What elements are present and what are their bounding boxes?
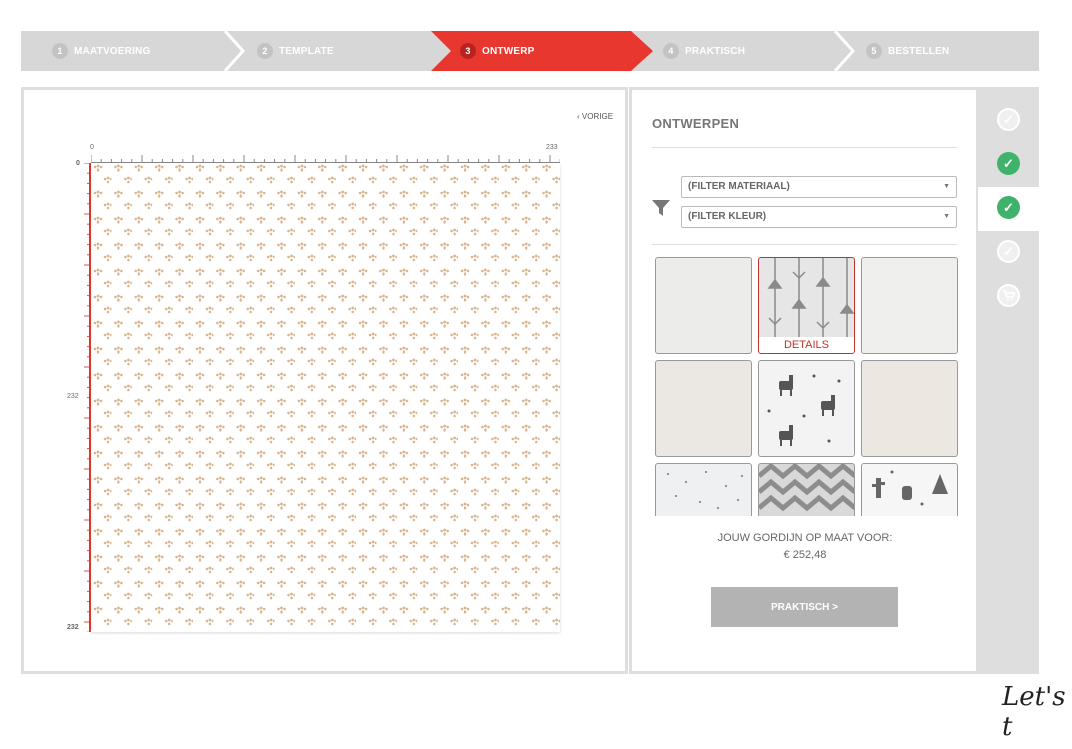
- designs-title: ONTWERPEN: [652, 116, 740, 131]
- step-label: BESTELLEN: [888, 45, 950, 57]
- brand-script-text: Let's t: [1002, 682, 1066, 742]
- divider: [652, 244, 957, 245]
- design-tile[interactable]: [861, 257, 958, 354]
- check-icon[interactable]: ✓: [997, 108, 1020, 131]
- step-divider: [223, 31, 245, 71]
- ruler-top-end: 233: [546, 144, 558, 151]
- ruler-left-mid: 232: [67, 393, 79, 400]
- price-label: JOUW GORDIJN OP MAAT VOOR:: [717, 532, 893, 544]
- step-number: 2: [257, 43, 273, 59]
- design-tile-selected[interactable]: DETAILS: [758, 257, 855, 354]
- filter-material-select[interactable]: (FILTER MATERIAAL) ▼: [681, 176, 957, 198]
- llama-pattern: [767, 374, 841, 446]
- ruler-top: [91, 155, 560, 163]
- design-preview-canvas: [91, 163, 560, 632]
- design-tile[interactable]: [861, 463, 958, 516]
- ruler-left-start: 0: [76, 160, 80, 167]
- back-link[interactable]: ‹ VORIGE: [577, 112, 613, 121]
- divider: [652, 147, 957, 148]
- step-label: PRAKTISCH: [685, 45, 746, 57]
- design-tile[interactable]: [758, 360, 855, 457]
- step-number: 1: [52, 43, 68, 59]
- step-praktisch[interactable]: 4 PRAKTISCH: [663, 31, 745, 71]
- details-button[interactable]: DETAILS: [759, 337, 854, 353]
- cactus-pattern: [872, 470, 948, 506]
- dots-pattern: [667, 471, 743, 509]
- design-grid: DETAILS: [655, 257, 958, 516]
- step-bestellen[interactable]: 5 BESTELLEN: [866, 31, 949, 71]
- cart-icon[interactable]: [997, 284, 1020, 307]
- design-tile[interactable]: [655, 463, 752, 516]
- next-step-button[interactable]: PRAKTISCH >: [711, 587, 898, 627]
- check-icon[interactable]: ✓: [997, 152, 1020, 175]
- step-number: 4: [663, 43, 679, 59]
- chevron-down-icon: ▼: [943, 213, 950, 220]
- step-number: 5: [866, 43, 882, 59]
- check-icon[interactable]: ✓: [997, 240, 1020, 263]
- design-tile[interactable]: [758, 463, 855, 516]
- chevron-down-icon: ▼: [943, 183, 950, 190]
- step-ontwerp[interactable]: 3 ONTWERP: [460, 31, 535, 71]
- step-label: TEMPLATE: [279, 45, 334, 57]
- filter-color-select[interactable]: (FILTER KLEUR) ▼: [681, 206, 957, 228]
- check-icon[interactable]: ✓: [997, 196, 1020, 219]
- zigzag-pattern: [759, 464, 854, 512]
- progress-stepper: 1 MAATVOERING 2 TEMPLATE 3 ONTWERP 4 PRA…: [21, 31, 1039, 71]
- price-value: € 252,48: [783, 549, 827, 561]
- side-progress-strip: [978, 87, 1039, 674]
- step-number: 3: [460, 43, 476, 59]
- filter-icon: [652, 200, 670, 216]
- ruler-top-start: 0: [90, 144, 94, 151]
- step-divider: [833, 31, 855, 71]
- design-tile[interactable]: [655, 360, 752, 457]
- chevron-left-icon: ‹: [577, 112, 580, 121]
- step-maatvoering[interactable]: 1 MAATVOERING: [52, 31, 150, 71]
- arrows-pattern: [767, 258, 854, 338]
- step-label: MAATVOERING: [74, 45, 151, 57]
- design-tile[interactable]: [655, 257, 752, 354]
- ruler-left-end: 232: [67, 624, 79, 631]
- design-tile[interactable]: [861, 360, 958, 457]
- step-label: ONTWERP: [482, 45, 535, 57]
- step-template[interactable]: 2 TEMPLATE: [257, 31, 334, 71]
